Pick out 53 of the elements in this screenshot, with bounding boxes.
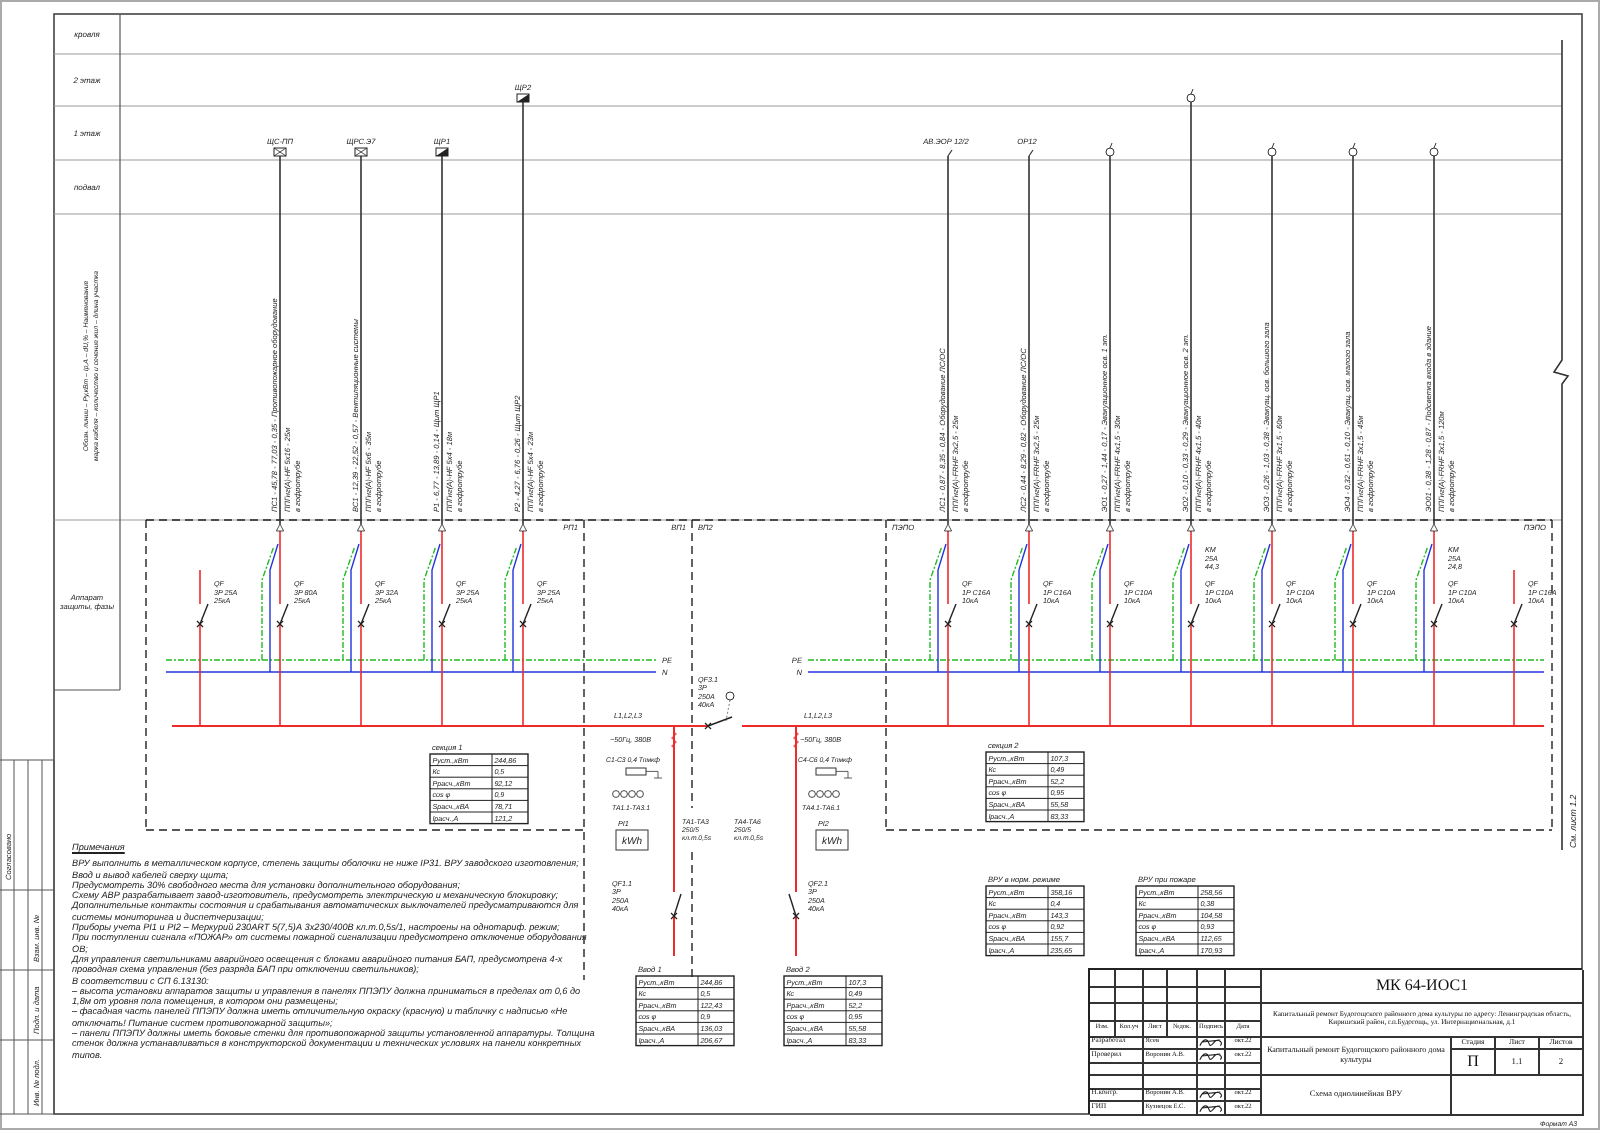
empty-cell (1226, 987, 1262, 1004)
empty-cell (1198, 970, 1226, 987)
breaker-icon (670, 893, 682, 920)
tick-icon (1028, 149, 1034, 157)
drive-icon (725, 691, 735, 701)
drawing-code: МК 64-ИОС1 (1262, 970, 1584, 1004)
empty-cell (1144, 987, 1168, 1004)
lamp-icon (1186, 88, 1196, 103)
empty-cell (1452, 1076, 1584, 1115)
empty-cell (1168, 987, 1198, 1004)
capacitor-icon (815, 767, 853, 779)
breaker-icon (438, 603, 451, 628)
breaker-icon (1025, 603, 1038, 628)
breaker-icon (1349, 603, 1362, 628)
breaker-icon (1268, 603, 1281, 628)
empty-cell (1226, 970, 1262, 987)
lamp-icon (1429, 142, 1439, 157)
empty-cell (1226, 1004, 1262, 1021)
breaker-icon (519, 603, 532, 628)
breaker-icon (1510, 603, 1523, 628)
breaker-icon (357, 603, 370, 628)
empty-cell (1090, 970, 1116, 987)
tick-icon (947, 149, 953, 157)
lamp-icon (1105, 142, 1115, 157)
breaker-icon (276, 603, 289, 628)
distribution-box-icon (273, 147, 287, 157)
breaker-icon (196, 603, 209, 628)
breaker-icon (788, 893, 800, 920)
breaker-icon (1187, 603, 1200, 628)
capacitor-icon (625, 767, 663, 779)
empty-cell (1198, 987, 1226, 1004)
lamp-icon (1348, 142, 1358, 157)
empty-cell (1144, 1004, 1168, 1021)
empty-cell (1144, 970, 1168, 987)
lamp-icon (1267, 142, 1277, 157)
empty-cell (1168, 1004, 1198, 1021)
panel-icon (435, 147, 449, 157)
distribution-box-icon (354, 147, 368, 157)
breaker-icon (1430, 603, 1443, 628)
empty-cell (1116, 970, 1144, 987)
empty-cell (1090, 1004, 1116, 1021)
empty-cell (1090, 987, 1116, 1004)
current-transformer-icon (808, 790, 840, 798)
breaker-icon (704, 716, 733, 730)
empty-cell (1198, 1004, 1226, 1021)
stage-value: П (1452, 1050, 1496, 1076)
empty-cell (1116, 1004, 1144, 1021)
breaker-icon (1106, 603, 1119, 628)
breaker-icon (944, 603, 957, 628)
empty-cell (1168, 970, 1198, 987)
panel-icon (516, 93, 530, 103)
empty-cell (1116, 987, 1144, 1004)
current-transformer-icon (612, 790, 644, 798)
